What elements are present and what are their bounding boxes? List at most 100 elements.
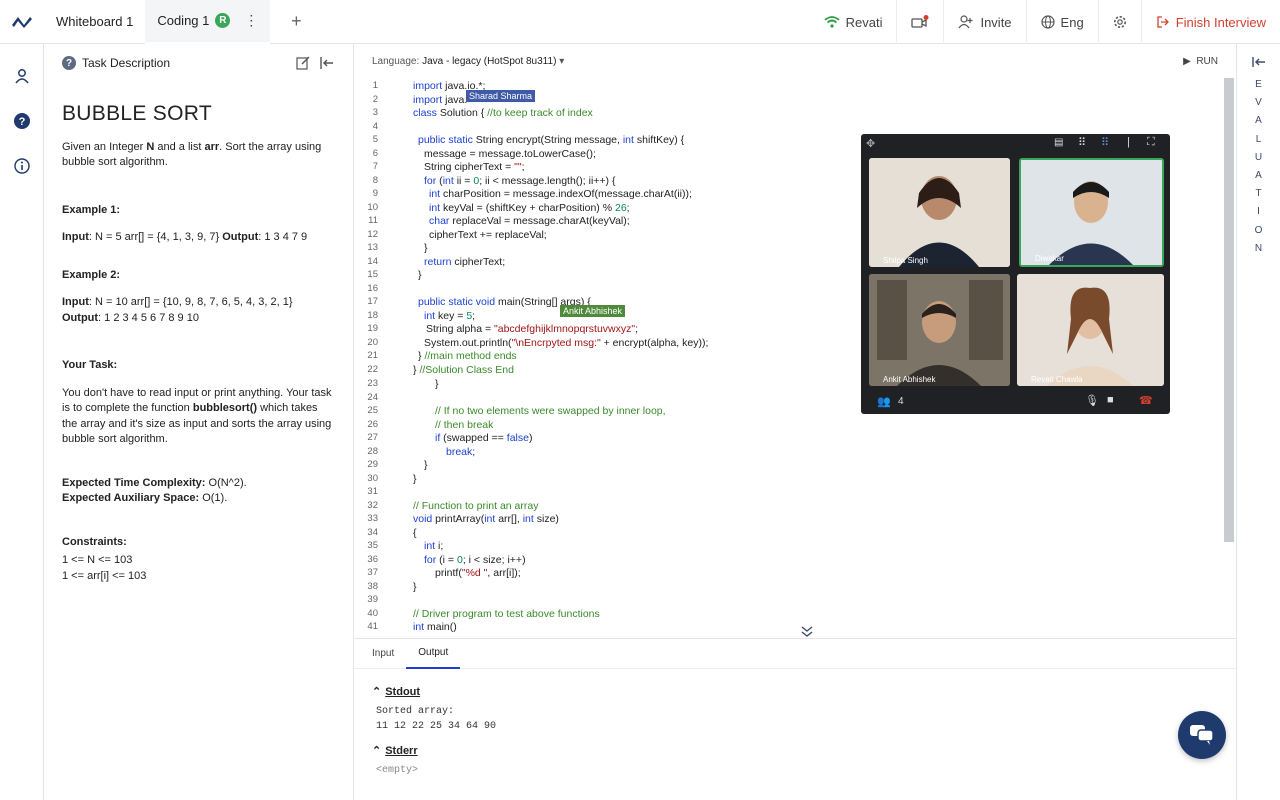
code-line: System.out.println("\nEncrpyted msg:" + … [424, 336, 709, 349]
stdout-toggle[interactable]: ⌃ Stdout [372, 685, 420, 698]
gear-icon [1113, 16, 1126, 28]
line-number: 22 [367, 363, 378, 375]
your-task-body: You don't have to read input or print an… [62, 386, 335, 448]
video-tile-shilpa[interactable]: Shilpa Singh [869, 158, 1010, 267]
info-button[interactable] [12, 156, 32, 176]
user-icon [15, 69, 29, 84]
video-camera-icon [911, 15, 929, 28]
evaluation-letter: A [1255, 170, 1263, 181]
code-line: // Driver program to test above function… [413, 607, 600, 620]
line-number: 13 [367, 242, 378, 253]
line-number: 41 [367, 621, 378, 632]
evaluation-letter: T [1255, 188, 1263, 200]
tab-input[interactable]: Input [360, 639, 406, 669]
end-call-icon[interactable]: ☎ [1139, 394, 1153, 407]
connection-status[interactable]: Revati [810, 0, 897, 44]
participant-name: Diwakar [1035, 254, 1064, 263]
editor-scrollbar[interactable] [1224, 78, 1234, 542]
code-line: } [413, 580, 417, 593]
evaluation-rail[interactable]: EVALUATION [1236, 44, 1280, 800]
code-line: } //main method ends [418, 350, 517, 362]
evaluation-letter: L [1255, 133, 1263, 145]
participant-name: Ankit Abhishek [883, 375, 936, 384]
finish-interview-button[interactable]: Finish Interview [1140, 0, 1280, 44]
video-icon[interactable]: ■ [1107, 394, 1114, 406]
top-bar: Whiteboard 1 Coding 1 R ⋮ + Revati Invit… [0, 0, 1280, 44]
code-line: // then break [435, 418, 494, 431]
stderr-toggle[interactable]: ⌃ Stderr [372, 744, 418, 757]
tab-output[interactable]: Output [406, 639, 461, 669]
panel-title: Task Description [82, 56, 171, 70]
participant-name: Revati Chawla [1031, 375, 1083, 384]
video-tile-ankit[interactable]: Ankit Abhishek [869, 274, 1010, 386]
screen-icon[interactable]: ▤ [1054, 137, 1063, 148]
code-line: int key = 5; [424, 309, 476, 322]
code-line: } [424, 242, 428, 254]
participants-icon[interactable]: 👥 [877, 395, 891, 408]
panel-header: ? Task Description [44, 44, 353, 82]
code-line: { [413, 526, 417, 539]
settings-button[interactable] [1097, 0, 1141, 44]
line-number: 1 [372, 80, 378, 91]
code-line: for (i = 0; i < size; i++) [424, 553, 526, 566]
invite-button[interactable]: Invite [943, 0, 1025, 44]
io-panel: Input Output ⌃ Stdout Sorted array: 11 12… [354, 638, 1236, 800]
intro-text: Given an Integer [62, 140, 147, 153]
code-line: // Function to print an array [413, 499, 539, 512]
tab-whiteboard[interactable]: Whiteboard 1 [44, 0, 145, 44]
language-selector[interactable]: Language: Java - legacy (HotSpot 8u311) … [372, 56, 564, 67]
move-icon[interactable]: ✥ [866, 137, 875, 150]
profile-button[interactable] [12, 66, 32, 86]
example2-heading: Example 2: [62, 268, 121, 281]
code-line: } [413, 472, 417, 485]
line-number: 33 [367, 513, 378, 524]
wifi-icon [824, 16, 840, 28]
line-number: 26 [367, 418, 378, 430]
participant-avatar [869, 158, 1010, 267]
line-number: 8 [372, 174, 378, 186]
line-number: 35 [367, 540, 378, 551]
camera-button[interactable] [896, 0, 943, 44]
microphone-icon[interactable]: 🎙 [1085, 394, 1099, 407]
evaluation-letter: O [1254, 224, 1264, 236]
collapse-left-icon[interactable] [1252, 56, 1266, 68]
line-number: 11 [368, 215, 378, 226]
line-number: 12 [367, 228, 378, 240]
evaluation-letter: V [1255, 97, 1263, 109]
input-label: Input [62, 296, 89, 308]
kebab-menu-icon[interactable]: ⋮ [244, 12, 258, 29]
example1-heading: Example 1: [62, 203, 121, 216]
edit-icon[interactable] [295, 55, 311, 71]
language-button[interactable]: Eng [1025, 0, 1098, 44]
code-line: void printArray(int arr[], int size) [413, 513, 559, 525]
left-rail: ? [0, 44, 44, 800]
app-logo[interactable] [0, 0, 44, 44]
line-number: 4 [372, 120, 378, 132]
user-badge: R [215, 13, 231, 28]
video-call-panel[interactable]: ✥ ▤ ⠿ ⠿ | ⛶ Shilpa Singh Diwakar Ankit A… [861, 134, 1170, 414]
fullscreen-icon[interactable]: ⛶ [1147, 136, 1155, 149]
video-tile-diwakar[interactable]: Diwakar [1019, 158, 1164, 267]
line-number: 15 [367, 269, 378, 280]
collapse-panel-icon[interactable] [319, 55, 335, 71]
toolbar-right: Revati Invite Eng Finish Interview [810, 0, 1280, 44]
code-line: int charPosition = message.indexOf(messa… [429, 188, 692, 200]
evaluation-letter: A [1255, 115, 1263, 127]
evaluation-letter: I [1257, 206, 1261, 218]
task-description-button[interactable]: ? [12, 111, 32, 131]
run-button[interactable]: ▶ RUN [1183, 56, 1218, 67]
tab-coding[interactable]: Coding 1 R ⋮ [145, 0, 271, 44]
grid-small-icon[interactable]: ⠿ [1101, 136, 1109, 149]
output-label: Output [222, 231, 259, 243]
code-line: } [435, 378, 439, 390]
output-label: Output [62, 311, 99, 324]
add-tab-button[interactable]: + [284, 11, 308, 32]
grid-large-icon[interactable]: ⠿ [1078, 136, 1086, 149]
code-line: class Solution { //to keep track of inde… [413, 107, 593, 119]
chat-button[interactable] [1178, 711, 1226, 759]
task-content: BUBBLE SORT Given an Integer N and a lis… [44, 103, 353, 584]
cursor-label-sharad: Sharad Sharma [466, 90, 536, 102]
line-number: 38 [367, 580, 378, 592]
line-number: 39 [367, 594, 378, 605]
video-tile-revati[interactable]: Revati Chawla [1017, 274, 1164, 386]
